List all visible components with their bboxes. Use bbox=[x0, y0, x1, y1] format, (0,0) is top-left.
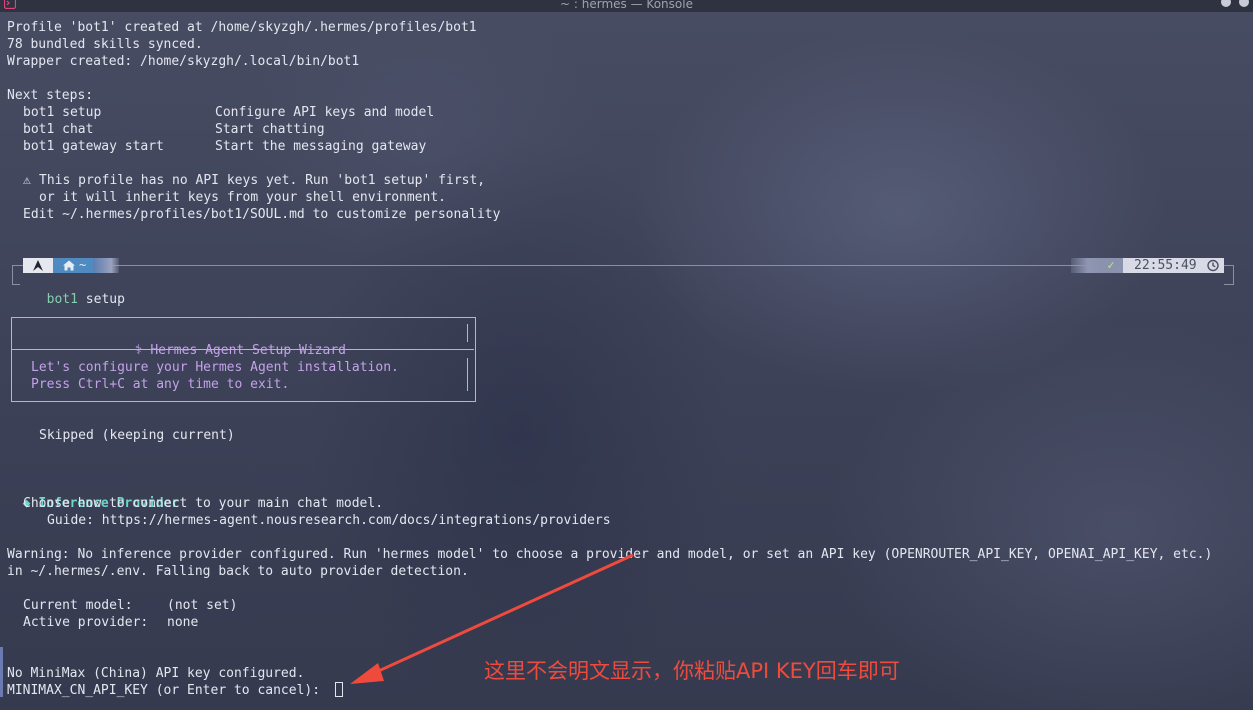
prompt-command-line: bot1 setup bbox=[31, 274, 125, 307]
caduceus-icon: ⚕ bbox=[134, 343, 143, 358]
prompt-directory: ~ bbox=[79, 258, 87, 272]
prompt-frame-left-hook bbox=[12, 284, 20, 285]
prompt-frame-right bbox=[1233, 265, 1234, 285]
current-model-value: (not set) bbox=[167, 598, 238, 613]
inherit-keys-note: or it will inherit keys from your shell … bbox=[39, 190, 446, 205]
window-title: ~ : hermes — Konsole bbox=[560, 0, 693, 11]
prompt-right-fade bbox=[1071, 258, 1099, 273]
step-description: Start the messaging gateway bbox=[215, 139, 427, 154]
next-steps-heading: Next steps: bbox=[7, 88, 94, 103]
prompt-left-fade bbox=[93, 258, 119, 273]
annotation-note: 这里不会明文显示，你粘贴API KEY回车即可 bbox=[484, 659, 900, 683]
api-key-prompt: MINIMAX_CN_API_KEY (or Enter to cancel): bbox=[7, 683, 321, 698]
wizard-intro: Let's configure your Hermes Agent instal… bbox=[31, 360, 399, 375]
window-titlebar[interactable]: ~ : hermes — Konsole bbox=[0, 0, 1253, 12]
api-key-input-cursor[interactable] bbox=[335, 682, 343, 697]
profile-created-line: Profile 'bot1' created at /home/skyzgh/.… bbox=[7, 20, 477, 35]
skipped-message: Skipped (keeping current) bbox=[39, 428, 235, 443]
step-description: Configure API keys and model bbox=[215, 105, 435, 120]
edit-soul-hint: Edit ~/.hermes/profiles/bot1/SOUL.md to … bbox=[23, 207, 501, 222]
step-description: Start chatting bbox=[215, 122, 325, 137]
warning-icon: ⚠ bbox=[23, 173, 31, 188]
prompt-separator-line bbox=[12, 265, 1234, 266]
skills-synced-line: 78 bundled skills synced. bbox=[7, 37, 203, 52]
step-command: bot1 chat bbox=[23, 122, 94, 137]
prompt-status-ok: ✓ bbox=[1099, 258, 1123, 273]
prompt-time: 22:55:49 bbox=[1134, 258, 1197, 273]
clock-icon bbox=[1207, 259, 1219, 272]
wizard-box-inner-bar bbox=[467, 324, 468, 342]
current-model-label: Current model: bbox=[23, 598, 133, 613]
provider-warning-cont: in ~/.hermes/.env. Falling back to auto … bbox=[7, 564, 469, 579]
wizard-box-inner-bar bbox=[467, 358, 468, 391]
wrapper-created-line: Wrapper created: /home/skyzgh/.local/bin… bbox=[7, 54, 360, 69]
prompt-command-name: bot1 bbox=[46, 292, 78, 307]
arch-linux-icon bbox=[33, 260, 43, 271]
section-heading: ◆ Inference Provider bbox=[7, 478, 180, 511]
home-icon bbox=[63, 260, 75, 271]
active-provider-value: none bbox=[167, 615, 199, 630]
section-description: Choose how to connect to your main chat … bbox=[23, 496, 384, 511]
scrollback-marker bbox=[0, 647, 3, 697]
prompt-directory-segment: ~ bbox=[53, 258, 93, 273]
prompt-time-segment: 22:55:49 bbox=[1123, 258, 1224, 273]
step-command: bot1 gateway start bbox=[23, 139, 164, 154]
step-command: bot1 setup bbox=[23, 105, 102, 120]
prompt-os-segment bbox=[23, 258, 53, 273]
wizard-title: ⚕ Hermes Agent Setup Wizard bbox=[119, 325, 346, 358]
provider-warning: Warning: No inference provider configure… bbox=[7, 547, 1213, 562]
prompt-command-arg: setup bbox=[85, 292, 125, 307]
no-key-message: No MiniMax (China) API key configured. bbox=[7, 666, 305, 681]
active-provider-label: Active provider: bbox=[23, 615, 149, 630]
prompt-frame-left bbox=[12, 265, 13, 285]
wizard-exit-hint: Press Ctrl+C at any time to exit. bbox=[31, 377, 290, 392]
wizard-title-text: Hermes Agent Setup Wizard bbox=[150, 343, 346, 358]
docs-guide-link[interactable]: Guide: https://hermes-agent.nousresearch… bbox=[47, 512, 611, 529]
no-api-keys-warning: This profile has no API keys yet. Run 'b… bbox=[39, 173, 486, 188]
prompt-frame-right-hook bbox=[1224, 284, 1234, 285]
